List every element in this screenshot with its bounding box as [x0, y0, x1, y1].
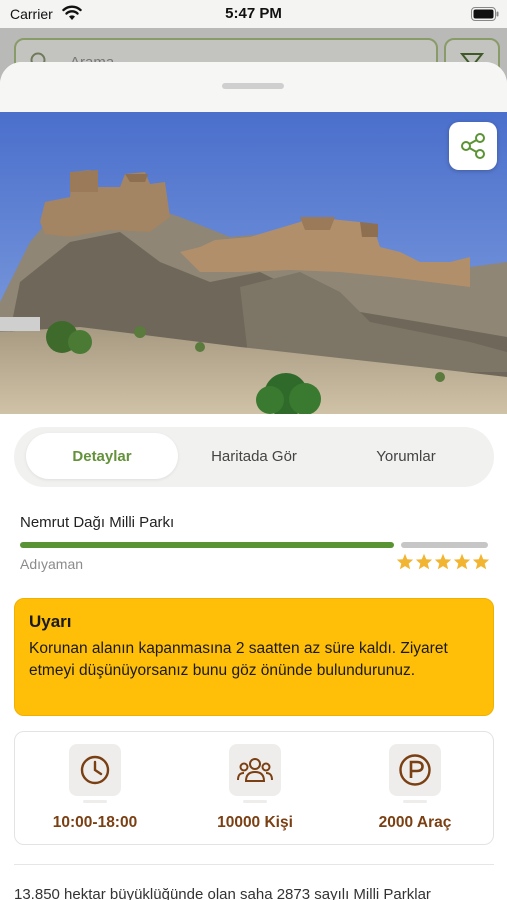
park-photo: [0, 112, 507, 414]
parking-capacity: 2000 Araç: [335, 732, 495, 846]
park-name: Nemrut Dağı Milli Parkı: [20, 514, 175, 531]
visitor-capacity: 10000 Kişi: [175, 732, 335, 846]
info-card: 10:00-18:00 10000 Kişi 2000 Araç: [14, 731, 494, 845]
progress-bar-fill: [20, 542, 394, 548]
star-icon: [415, 553, 433, 570]
icon-underline: [243, 800, 267, 803]
segment-tabs: Detaylar Haritada Gör Yorumlar: [14, 427, 494, 487]
share-button[interactable]: [449, 122, 497, 170]
divider: [14, 864, 494, 865]
hours-label: 10:00-18:00: [52, 814, 138, 831]
people-icon: [229, 744, 281, 796]
battery-icon: [471, 7, 499, 26]
star-icon: [453, 553, 471, 570]
detail-sheet: Detaylar Haritada Gör Yorumlar Nemrut Da…: [0, 62, 507, 900]
rating-stars: [396, 553, 490, 570]
park-city: Adıyaman: [20, 556, 84, 572]
parking-label: 2000 Araç: [378, 814, 452, 831]
warning-title: Uyarı: [29, 612, 72, 631]
tab-details[interactable]: Detaylar: [26, 433, 178, 479]
closing-warning-card: Uyarı Korunan alanın kapanmasına 2 saatt…: [14, 598, 494, 716]
capacity-label: 10000 Kişi: [217, 814, 293, 831]
clock-icon: [69, 744, 121, 796]
tab-show-on-map[interactable]: Haritada Gör: [178, 433, 330, 479]
icon-underline: [83, 800, 107, 803]
tab-comments[interactable]: Yorumlar: [330, 433, 482, 479]
status-bar: Carrier 5:47 PM: [0, 0, 507, 28]
castle-landscape-image: [0, 112, 507, 414]
star-icon: [434, 553, 452, 570]
icon-underline: [403, 800, 427, 803]
opening-hours: 10:00-18:00: [15, 732, 175, 846]
warning-message: Korunan alanın kapanmasına 2 saatten az …: [29, 640, 448, 679]
clock-time: 5:47 PM: [225, 5, 282, 22]
sheet-grabber[interactable]: [222, 83, 284, 89]
park-description: 13.850 hektar büyüklüğünde olan saha 287…: [14, 886, 431, 900]
sheet-header[interactable]: [0, 62, 507, 112]
share-icon: [461, 133, 485, 159]
parking-icon: [389, 744, 441, 796]
progress-bar-track: [401, 542, 488, 548]
star-icon: [396, 553, 414, 570]
star-icon: [472, 553, 490, 570]
